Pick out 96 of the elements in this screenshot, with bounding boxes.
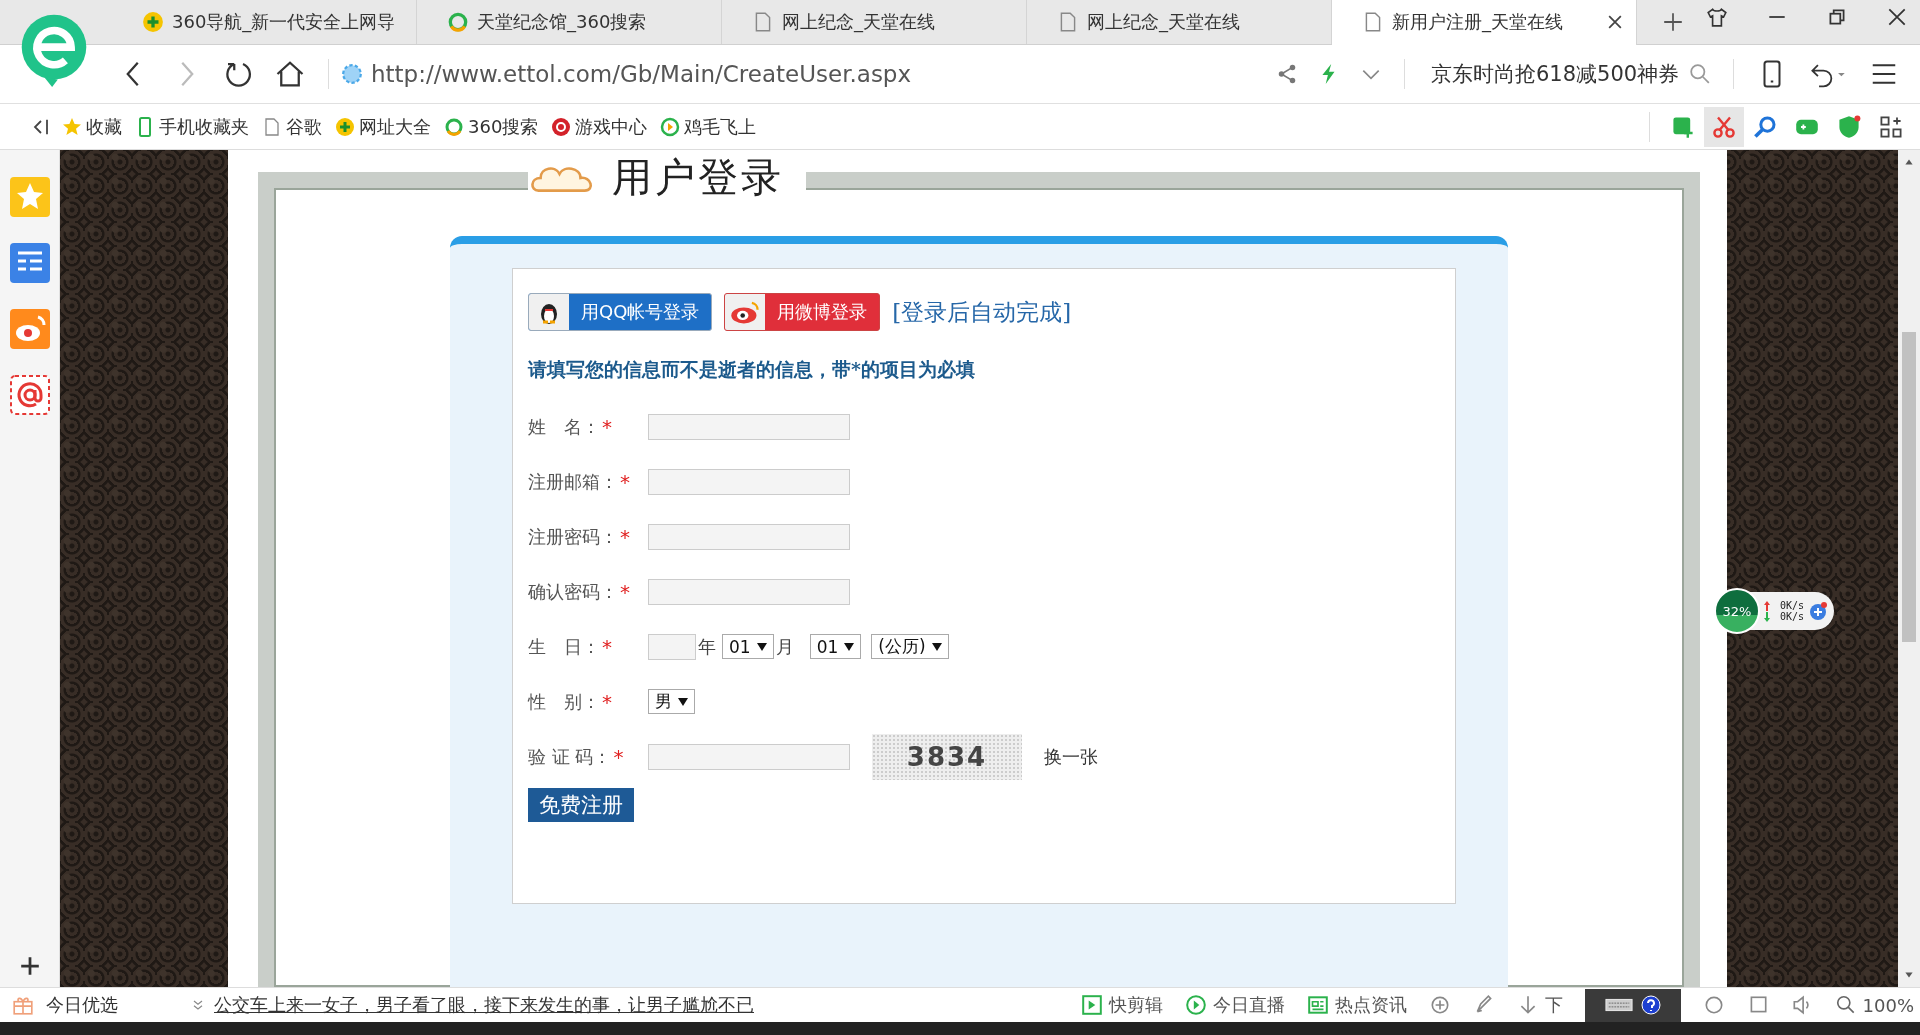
ring-search-icon [447, 10, 469, 33]
down-arrow-icon [1763, 611, 1770, 622]
page-icon [262, 116, 282, 137]
required-marker: * [620, 524, 630, 549]
field-label: 姓 名： [528, 414, 600, 439]
status-item[interactable]: 快剪辑 [1080, 993, 1163, 1017]
status-item[interactable]: 热点资讯 [1306, 993, 1407, 1017]
bookmark-item[interactable]: 鸡毛飞上 [660, 114, 757, 139]
play-flag-icon [1080, 994, 1103, 1016]
zoom-level[interactable]: 100% [1834, 994, 1914, 1016]
share-icon[interactable] [1276, 63, 1298, 85]
calendar-select[interactable]: (公历) [871, 634, 949, 659]
add-icon[interactable] [18, 955, 41, 977]
field-label: 注册邮箱： [528, 469, 618, 494]
status-label[interactable]: 今日优选 [46, 993, 118, 1017]
page-title: 用户登录 [612, 153, 784, 202]
up-arrow-icon [1763, 600, 1770, 611]
shield-icon[interactable] [1837, 114, 1861, 139]
bookmark-item[interactable]: 游戏中心 [551, 114, 648, 139]
bookmark-item[interactable]: 网址大全 [335, 114, 431, 139]
required-marker: * [620, 469, 630, 494]
day-select[interactable]: 01 [809, 634, 862, 659]
penguin-icon [529, 294, 569, 330]
month-unit: 月 [775, 634, 794, 659]
new-tab-icon[interactable] [1662, 11, 1684, 33]
year-unit: 年 [698, 634, 716, 659]
close-icon[interactable] [1886, 6, 1908, 28]
field-label: 确认密码： [528, 579, 618, 604]
upload-rate: 0K/s [1779, 600, 1804, 611]
search-icon[interactable] [1753, 114, 1777, 139]
refresh-captcha-link[interactable]: 换一张 [1044, 744, 1098, 769]
plus-globe-icon [142, 10, 164, 33]
star-icon [62, 116, 82, 137]
shirt-icon[interactable] [1706, 6, 1728, 28]
caret-icon [844, 642, 855, 651]
bookmark-item[interactable]: 谷歌 [262, 114, 322, 139]
play-circle-icon [660, 116, 681, 137]
browser-tab[interactable]: 天堂纪念馆_360搜索 [417, 0, 722, 44]
close-tab-icon[interactable] [1608, 15, 1622, 29]
browser-tab[interactable]: 网上纪念_天堂在线 [722, 0, 1027, 44]
weibo-eye-icon [725, 294, 766, 330]
zoom-icon [1834, 994, 1857, 1016]
newspaper-icon [1306, 994, 1329, 1016]
url-field[interactable]: http://www.ettol.com/Gb/Main/CreateUser.aspx [371, 61, 1266, 87]
required-marker: * [602, 689, 612, 714]
apps-icon[interactable] [1879, 114, 1903, 139]
text-input[interactable] [648, 578, 850, 605]
gender-select[interactable]: 男 [648, 689, 695, 714]
captcha-input[interactable] [648, 743, 850, 770]
bookmark-item[interactable]: 360搜索 [444, 114, 539, 139]
field-label: 性 别： [528, 689, 600, 714]
required-marker: * [602, 414, 612, 439]
field-label: 注册密码： [528, 524, 618, 549]
text-input[interactable] [648, 468, 850, 495]
download-rate: 0K/s [1779, 611, 1804, 622]
status-item[interactable]: 今日直播 [1184, 993, 1285, 1017]
field-label: 生 日： [528, 634, 600, 659]
browser-tab[interactable]: 360导航_新一代安全上网导 [112, 0, 417, 44]
search-field[interactable]: 京东时尚抢618减500神券 [1431, 60, 1680, 88]
required-marker: * [613, 744, 624, 769]
auto-complete-note: [登录后自动完成] [892, 297, 1072, 327]
ime-toolbar[interactable] [1584, 988, 1681, 1022]
bookmark-item[interactable]: 手机收藏夹 [135, 114, 249, 139]
globe-icon [341, 63, 363, 85]
form-notice: 请填写您的信息而不是逝者的信息，带*的项目为必填 [528, 357, 976, 382]
news-link[interactable]: 公交车上来一女子，男子看了眼，接下来发生的事，让男子尴尬不已 [214, 993, 754, 1017]
month-select[interactable]: 01 [722, 634, 774, 659]
text-input[interactable] [648, 413, 850, 440]
game-badge-icon [551, 116, 572, 137]
news-icon[interactable] [9, 243, 50, 283]
weibo-icon[interactable] [9, 309, 50, 349]
keyboard-icon [1604, 997, 1633, 1013]
field-label: 验 证 码： [528, 744, 612, 769]
captcha-image: 3834 [872, 733, 1022, 780]
caret-icon [678, 697, 688, 706]
search-icon[interactable] [1689, 63, 1712, 85]
qq-login-button[interactable]: 用QQ帐号登录 [528, 293, 713, 331]
scrollbar-thumb[interactable] [1902, 332, 1916, 642]
ring-search-icon [444, 116, 464, 137]
caret-icon [756, 642, 767, 651]
play-circle-icon [1184, 994, 1207, 1016]
required-marker: * [602, 634, 612, 659]
scissors-icon[interactable] [1704, 106, 1744, 147]
bookmark-item[interactable]: 收藏 [62, 114, 122, 139]
help-icon [1640, 995, 1661, 1015]
download-item[interactable]: 下 [1516, 993, 1563, 1017]
browser-tab[interactable]: 新用户注册_天堂在线 [1332, 0, 1637, 45]
caret-icon [931, 642, 942, 651]
plus-globe-icon [335, 116, 355, 137]
year-input[interactable] [648, 633, 696, 660]
weibo-login-button[interactable]: 用微博登录 [724, 293, 881, 331]
register-button[interactable]: 免费注册 [528, 788, 634, 822]
required-marker: * [620, 579, 630, 604]
home-icon[interactable] [275, 59, 305, 89]
mail-at-icon[interactable] [9, 375, 50, 415]
text-input[interactable] [648, 523, 850, 550]
